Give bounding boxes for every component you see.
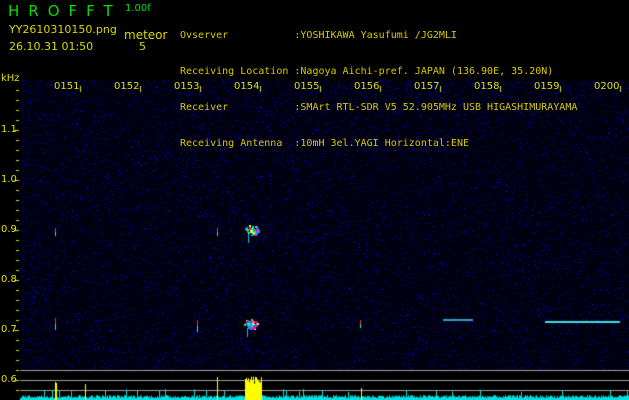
y-unit: kHz — [1, 73, 20, 84]
filename: YY2610310150.png — [9, 23, 117, 36]
time-label: 0151 — [54, 81, 80, 92]
time-label: 0153 — [174, 81, 200, 92]
time-label: 0200 — [594, 81, 620, 92]
version: 1.00f — [125, 3, 151, 14]
time-label: 0154 — [234, 81, 260, 92]
time-label: 0157 — [414, 81, 440, 92]
y-label: 0.6 — [1, 374, 17, 385]
y-label: 1.0 — [1, 174, 17, 185]
info-row: Receiver :SMArt RTL-SDR V5 52.905MHz USB… — [180, 102, 578, 113]
meteor-count: 5 — [139, 40, 146, 53]
datetime: 26.10.31 01:50 — [9, 40, 94, 53]
y-label: 0.7 — [1, 324, 17, 335]
time-label: 0156 — [354, 81, 380, 92]
info-row: Ovserver :YOSHIKAWA Yasufumi /JG2MLI — [180, 30, 457, 41]
y-label: 0.9 — [1, 224, 17, 235]
info-row: Receiving Antenna :10mH 3el.YAGI Horizon… — [180, 138, 469, 149]
y-label: 1.1 — [1, 124, 17, 135]
app-logo: HROFFT — [8, 2, 122, 20]
y-label: 0.8 — [1, 274, 17, 285]
time-label: 0159 — [534, 81, 560, 92]
info-row: Receiving Location :Nagoya Aichi-pref. J… — [180, 66, 554, 77]
time-label: 0155 — [294, 81, 320, 92]
time-label: 0152 — [114, 81, 140, 92]
time-label: 0158 — [474, 81, 500, 92]
